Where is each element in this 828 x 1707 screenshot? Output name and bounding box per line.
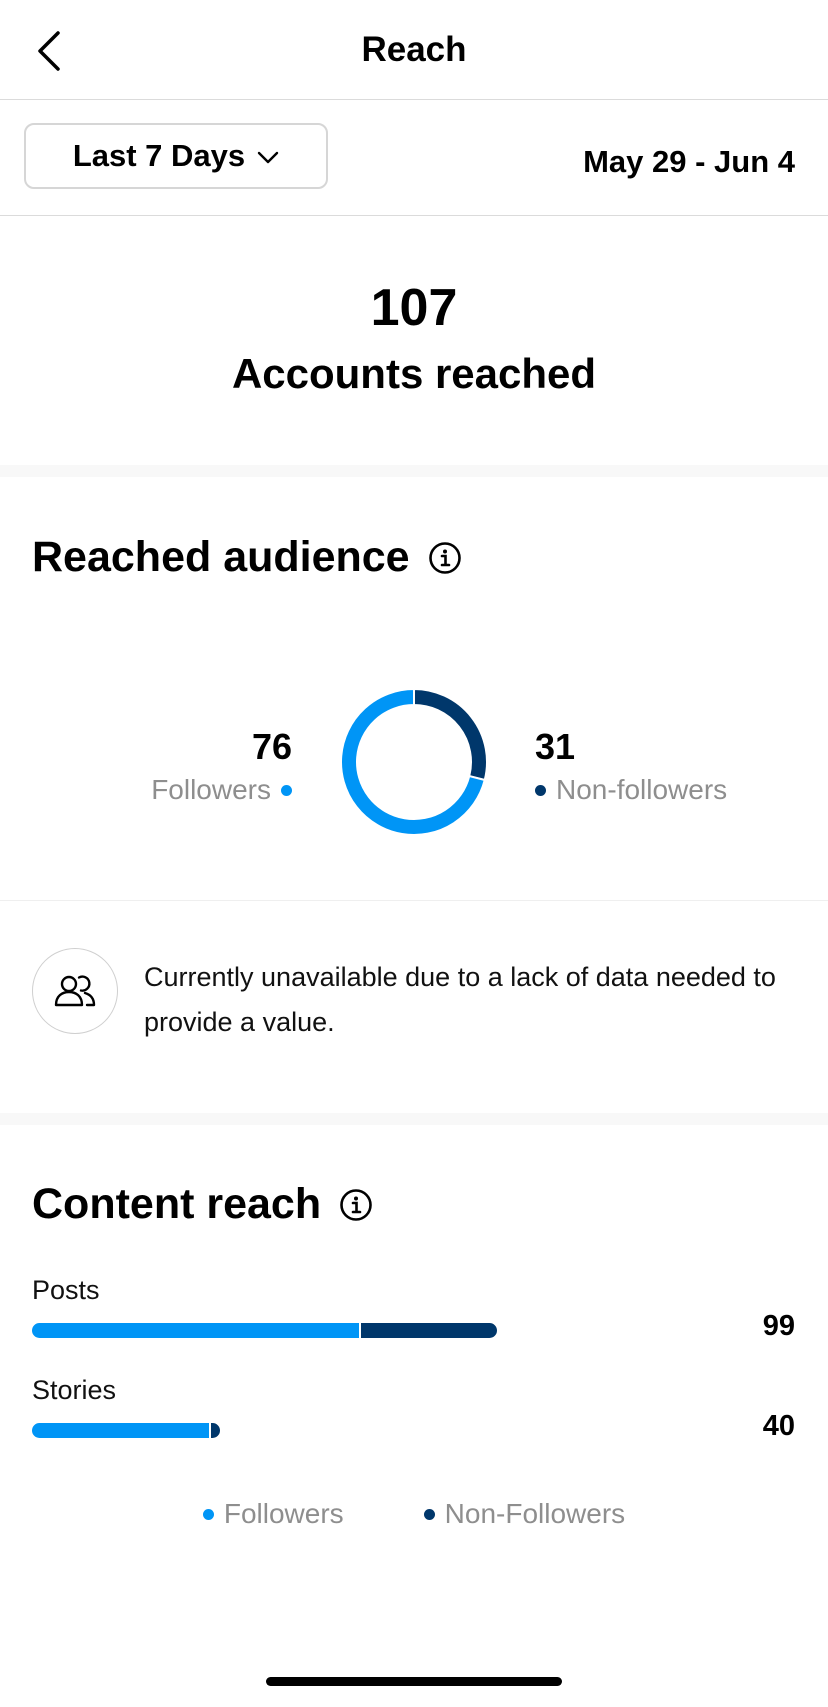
page-title: Reach xyxy=(361,30,467,69)
reached-audience-heading: Reached audience xyxy=(32,533,462,582)
non-followers-dot xyxy=(535,784,546,796)
date-range-row: Last 7 Days May 29 - Jun 4 xyxy=(0,100,828,216)
legend-item-non-followers: Non-Followers xyxy=(423,1498,626,1530)
bar-segment-non-followers xyxy=(208,1423,220,1438)
followers-count: 76 xyxy=(251,726,292,767)
section-divider xyxy=(0,465,828,477)
audience-icon-circle xyxy=(32,948,118,1034)
date-range-label: Last 7 Days xyxy=(72,138,246,173)
date-range-text: May 29 - Jun 4 xyxy=(583,144,795,179)
chevron-down-icon xyxy=(257,151,279,163)
info-icon[interactable] xyxy=(339,1188,373,1222)
followers-dot xyxy=(281,784,292,796)
non-followers-label: Non-followers xyxy=(556,774,728,805)
date-range-dropdown[interactable]: Last 7 Days xyxy=(24,123,328,189)
bar-posts xyxy=(32,1323,497,1338)
unavailable-message: Currently unavailable due to a lack of d… xyxy=(144,962,776,1037)
audience-donut-chart xyxy=(340,688,488,836)
info-icon[interactable] xyxy=(428,541,462,575)
bar-label-posts: Posts xyxy=(32,1275,100,1305)
content-reach-title: Content reach xyxy=(32,1180,322,1228)
top-bar: Reach xyxy=(0,0,828,100)
legend-item-followers: Followers xyxy=(202,1498,344,1530)
reached-audience-title: Reached audience xyxy=(32,533,410,581)
content-reach-legend: Followers Non-Followers xyxy=(0,1498,828,1530)
section-divider xyxy=(0,1113,828,1125)
people-icon xyxy=(54,975,96,1007)
divider xyxy=(0,900,828,901)
followers-label: Followers xyxy=(151,774,271,805)
non-followers-dot xyxy=(423,1508,435,1520)
home-indicator[interactable] xyxy=(266,1677,562,1686)
accounts-reached-count: 107 xyxy=(370,279,458,337)
non-followers-count: 31 xyxy=(535,726,576,767)
bar-segment-followers xyxy=(32,1423,209,1438)
bar-stories xyxy=(32,1423,220,1438)
followers-dot xyxy=(202,1508,214,1520)
legend-non-followers-label: Non-Followers xyxy=(444,1498,626,1529)
legend-followers-label: Followers xyxy=(223,1498,344,1529)
bar-value-posts: 99 xyxy=(762,1310,795,1342)
bar-label-stories: Stories xyxy=(32,1375,117,1405)
followers-legend: 76 Followers xyxy=(151,726,292,806)
donut-slice-non-followers xyxy=(413,688,488,782)
bar-segment-non-followers xyxy=(359,1323,497,1338)
accounts-reached-label: Accounts reached xyxy=(231,350,597,397)
bar-segment-followers xyxy=(32,1323,360,1338)
content-reach-heading: Content reach xyxy=(32,1180,373,1229)
bar-value-stories: 40 xyxy=(762,1410,795,1442)
non-followers-legend: 31 Non-followers xyxy=(535,726,727,806)
